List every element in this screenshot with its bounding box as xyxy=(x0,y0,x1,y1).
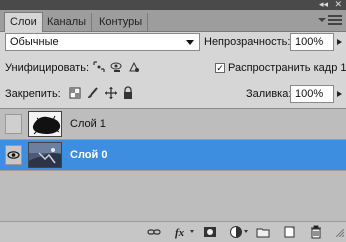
layer-1-thumbnail-image xyxy=(29,112,61,136)
visibility-toggle[interactable] xyxy=(5,114,22,134)
lock-label: Закрепить: xyxy=(5,88,61,100)
opacity-label: Непрозрачность: xyxy=(204,36,291,48)
unify-style-icon[interactable] xyxy=(127,60,141,74)
new-layer-icon[interactable] xyxy=(283,225,297,239)
group-icon[interactable] xyxy=(256,225,270,239)
chevron-down-icon xyxy=(186,40,194,45)
fill-label: Заливка: xyxy=(246,88,292,100)
layer-thumbnail[interactable] xyxy=(28,111,62,137)
lock-all-icon[interactable] xyxy=(121,86,135,100)
layer-name[interactable]: Слой 0 xyxy=(70,149,107,161)
close-icon[interactable]: ✕ xyxy=(334,0,342,9)
lock-pixels-brush-icon[interactable] xyxy=(86,86,100,100)
unify-label: Унифицировать: xyxy=(5,62,90,74)
eye-icon xyxy=(7,151,20,159)
panel-titlebar: ◂◂ ✕ xyxy=(0,0,346,10)
fx-icon[interactable]: fx xyxy=(175,225,189,239)
panel-menu-button[interactable] xyxy=(318,15,342,27)
layer-name[interactable]: Слой 1 xyxy=(70,118,106,130)
resize-grip-icon[interactable] xyxy=(335,228,345,238)
opacity-stepper-icon[interactable] xyxy=(337,39,342,45)
layers-bottom-toolbar: fx xyxy=(0,221,346,242)
layer-row-selected[interactable]: Слой 0 xyxy=(0,140,346,171)
lock-position-move-icon[interactable] xyxy=(104,86,118,100)
svg-text:fx: fx xyxy=(175,227,185,239)
tab-layers[interactable]: Слои xyxy=(4,12,43,32)
link-icon[interactable] xyxy=(147,225,161,239)
blend-mode-select[interactable]: Обычные xyxy=(5,33,200,51)
panel-tabstrip: Слои Каналы Контуры xyxy=(0,10,346,32)
fx-dropdown-icon xyxy=(190,230,194,233)
mask-icon[interactable] xyxy=(203,225,217,239)
propagate-frame-checkbox[interactable]: ✓ xyxy=(215,63,225,73)
blend-mode-value: Обычные xyxy=(10,36,59,48)
dropdown-triangle-icon xyxy=(318,18,326,22)
trash-icon[interactable] xyxy=(309,225,323,239)
unify-visibility-icon[interactable] xyxy=(109,60,123,74)
propagate-frame-label: Распространить кадр 1 xyxy=(228,62,346,74)
collapse-icon[interactable]: ◂◂ xyxy=(319,0,328,9)
unify-position-icon[interactable] xyxy=(92,60,106,74)
fill-input[interactable]: 100% xyxy=(290,85,334,103)
layer-thumbnail[interactable] xyxy=(28,142,62,168)
visibility-toggle[interactable] xyxy=(5,145,22,165)
adjustment-icon[interactable] xyxy=(229,225,243,239)
layer-0-thumbnail-image xyxy=(29,143,61,167)
opacity-input[interactable]: 100% xyxy=(290,33,334,51)
tab-paths[interactable]: Контуры xyxy=(94,13,149,31)
lock-transparency-icon[interactable] xyxy=(68,86,82,100)
tab-channels[interactable]: Каналы xyxy=(42,13,93,31)
fill-stepper-icon[interactable] xyxy=(337,91,342,97)
layer-row[interactable]: Слой 1 xyxy=(0,109,346,140)
layers-list: Слой 1 Слой 0 xyxy=(0,108,346,222)
adjustment-dropdown-icon xyxy=(244,230,248,233)
